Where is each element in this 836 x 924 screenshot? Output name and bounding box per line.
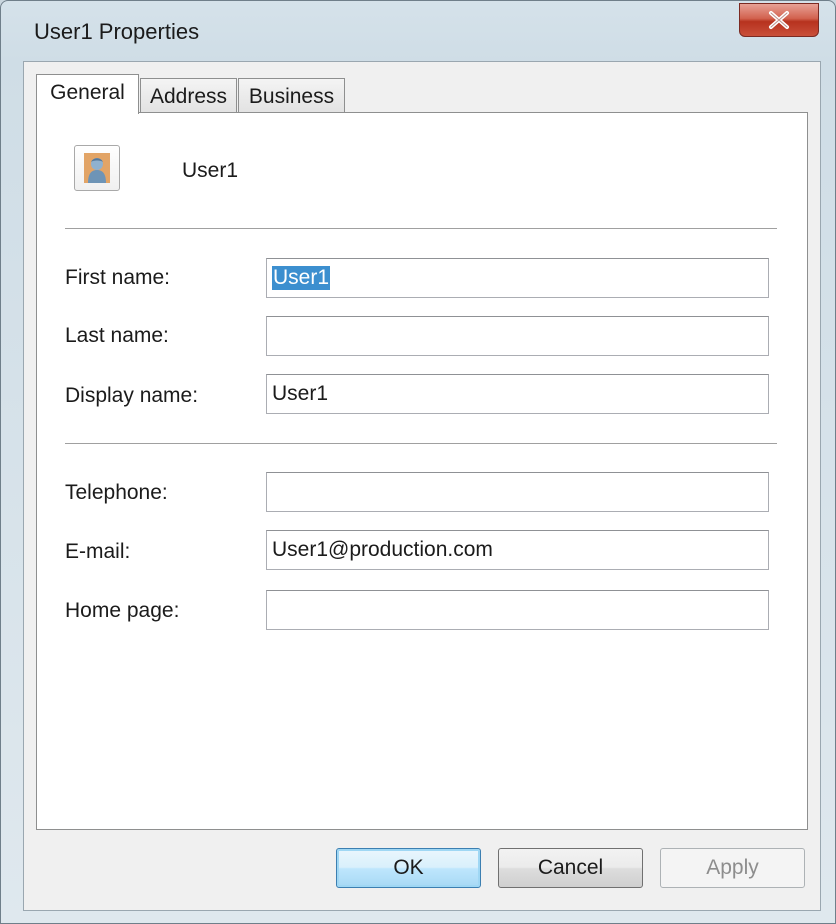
display-name-field[interactable]: User1 [266,374,769,414]
telephone-field[interactable] [266,472,769,512]
apply-button[interactable]: Apply [660,848,805,888]
tab-business[interactable]: Business [238,78,345,113]
dialog-client-area: General Address Business User1 First nam… [23,61,821,911]
apply-button-label: Apply [706,856,759,879]
home-page-label: Home page: [65,599,180,622]
email-label: E-mail: [65,540,131,563]
first-name-label: First name: [65,266,171,289]
tab-address[interactable]: Address [140,78,237,113]
email-value: User1@production.com [272,538,493,561]
user-display-name: User1 [182,159,239,182]
tab-address-label: Address [149,85,228,108]
cancel-button[interactable]: Cancel [498,848,643,888]
general-tab-panel: User1 First name: User1 Last name: Displ… [36,112,808,830]
title-bar[interactable]: User1 Properties [1,1,835,63]
last-name-label: Last name: [65,324,169,347]
tab-business-label: Business [248,85,335,108]
email-field[interactable]: User1@production.com [266,530,769,570]
first-name-value: User1 [272,266,331,290]
window-title: User1 Properties [34,19,200,44]
telephone-label: Telephone: [65,481,168,504]
user-icon [74,145,120,191]
cancel-button-label: Cancel [537,856,604,879]
display-name-label: Display name: [65,384,199,407]
divider [65,228,777,229]
ok-button-label: OK [393,856,424,879]
first-name-field[interactable]: User1 [266,258,769,298]
last-name-field[interactable] [266,316,769,356]
close-button[interactable] [739,3,819,37]
properties-dialog: User1 Properties General Address Busines… [0,0,836,924]
home-page-field[interactable] [266,590,769,630]
tab-general-label: General [50,81,125,104]
ok-button[interactable]: OK [336,848,481,888]
divider [65,443,777,444]
display-name-value: User1 [272,382,329,405]
tab-general[interactable]: General [36,74,139,114]
close-icon [769,11,789,29]
